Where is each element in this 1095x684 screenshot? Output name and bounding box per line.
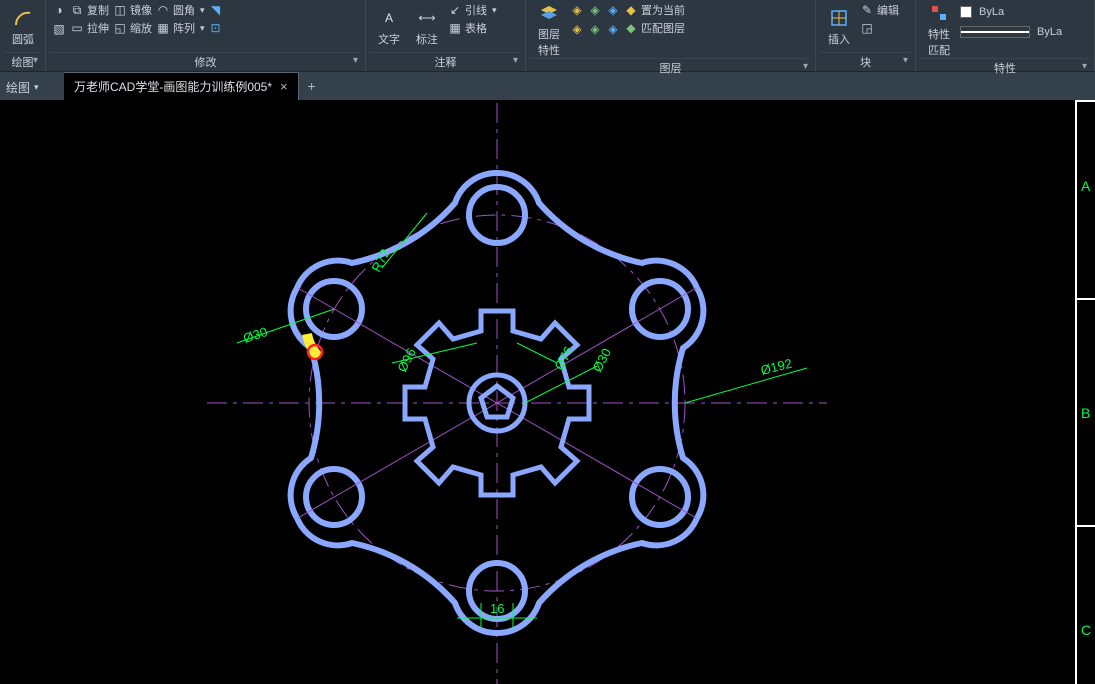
tool-row[interactable]: ⊡ [209,20,223,36]
text-button[interactable]: A 文字 [372,2,406,52]
color-swatch[interactable]: ByLa [960,4,1062,20]
layer-icon: ◈ [588,22,602,36]
tool-row[interactable]: ▧ [52,21,66,37]
layer-icon: ◈ [570,3,584,17]
scale-button[interactable]: ◱ 缩放 [113,20,152,36]
layer-current-icon: ◆ [624,3,638,17]
leader-button[interactable]: ↙ 引线▾ [448,2,497,18]
panel-footer-props[interactable]: 特性▾ [920,58,1090,77]
insert-icon [828,7,850,29]
layer-icon: ◈ [588,3,602,17]
dim-d192: Ø192 [759,356,793,378]
panel-footer-draw[interactable]: 绘图▾ [4,52,41,71]
fillet-icon: ◠ [156,3,170,17]
leader-icon: ↙ [448,3,462,17]
dim-w16: 16 [490,601,504,616]
arc-icon [12,7,34,29]
set-current-button[interactable]: ◆ 置为当前 [624,2,685,18]
dim-d30: Ø30 [241,324,269,346]
panel-footer-draw-left[interactable]: 绘图▾ [0,72,45,102]
match-props-icon [928,2,950,24]
layer-tool[interactable]: ◈ [570,21,584,37]
layer-tool[interactable]: ◈ [606,2,620,18]
panel-footer-modify[interactable]: 修改▾ [50,52,361,71]
panel-footer-block[interactable]: 块▾ [820,52,911,71]
insert-button[interactable]: 插入 [822,2,856,52]
model-space[interactable]: R72 Ø30 Ø96 Ø76 Ø30 Ø192 16 [0,100,1075,684]
panel-footer-layer[interactable]: 图层▾ [530,58,811,77]
layers-icon [538,2,560,24]
block-tool[interactable]: ◲ [860,20,899,36]
mirror-button[interactable]: ◫ 镜像 [113,2,152,18]
layer-tool[interactable]: ◈ [588,21,602,37]
document-tab[interactable]: 万老师CAD学堂-画图能力训练例005* × [64,72,299,100]
layer-icon: ◈ [606,22,620,36]
chevron-down-icon: ▾ [903,55,908,66]
array-icon: ▦ [156,21,170,35]
chevron-down-icon: ▾ [353,55,358,66]
plus-icon: + [308,78,316,94]
lineweight-swatch[interactable]: ByLa [960,24,1062,40]
stretch-button[interactable]: ▭ 拉伸 [70,20,109,36]
text-icon: A [378,7,400,29]
tool-row[interactable]: ◥ [209,2,223,18]
arc-button[interactable]: 圆弧 [6,2,40,52]
grid-label: C [1081,622,1091,638]
generic-icon: ◑ [52,3,66,17]
grid-label: B [1081,405,1090,421]
copy-icon: ⧉ [70,3,84,17]
new-tab-button[interactable]: + [299,72,325,100]
chevron-down-icon: ▾ [33,55,38,66]
match-props-button[interactable]: 特性 匹配 [922,2,956,58]
ribbon-toolbar: 圆弧 绘图▾ ◑ ▧ ⧉ 复制 ▭ 拉伸 [0,0,1095,72]
layer-tool[interactable]: ◈ [606,21,620,37]
match-layer-button[interactable]: ◆ 匹配图层 [624,20,685,36]
dim-d30b: Ø30 [589,346,614,375]
layer-tool[interactable]: ◈ [570,2,584,18]
close-icon[interactable]: × [280,79,288,94]
array-button[interactable]: ▦ 阵列▾ [156,20,205,36]
chevron-down-icon: ▾ [513,55,518,66]
layer-match-icon: ◆ [624,21,638,35]
dim-d96: Ø96 [394,346,419,375]
edit-icon: ✎ [860,3,874,17]
vertical-rule: A B C [1075,100,1095,684]
scale-icon: ◱ [113,21,127,35]
tab-title: 万老师CAD学堂-画图能力训练例005* [74,78,272,95]
fillet-button[interactable]: ◠ 圆角▾ [156,2,205,18]
dimension-icon: ⟷ [416,7,438,29]
mirror-icon: ◫ [113,3,127,17]
copy-button[interactable]: ⧉ 复制 [70,2,109,18]
table-button[interactable]: ▦ 表格 [448,20,497,36]
layer-props-button[interactable]: 图层 特性 [532,2,566,58]
tool-row[interactable]: ◑ [52,2,66,18]
edit-block-button[interactable]: ✎ 编辑 [860,2,899,18]
generic-icon: ◲ [860,21,874,35]
stretch-icon: ▭ [70,21,84,35]
chevron-down-icon: ▾ [803,61,808,72]
grid-label: A [1081,178,1090,194]
layer-icon: ◈ [606,3,620,17]
drawing-area: R72 Ø30 Ø96 Ø76 Ø30 Ø192 16 A B C [0,100,1095,684]
table-icon: ▦ [448,21,462,35]
panel-footer-annot[interactable]: 注释▾ [370,52,521,71]
chevron-down-icon: ▾ [1082,61,1087,72]
layer-icon: ◈ [570,22,584,36]
generic-icon: ⊡ [209,21,223,35]
generic-icon: ▧ [52,22,66,36]
dimension-button[interactable]: ⟷ 标注 [410,2,444,52]
layer-tool[interactable]: ◈ [588,2,602,18]
cad-drawing: R72 Ø30 Ø96 Ø76 Ø30 Ø192 16 [0,100,1075,684]
generic-icon: ◥ [209,3,223,17]
